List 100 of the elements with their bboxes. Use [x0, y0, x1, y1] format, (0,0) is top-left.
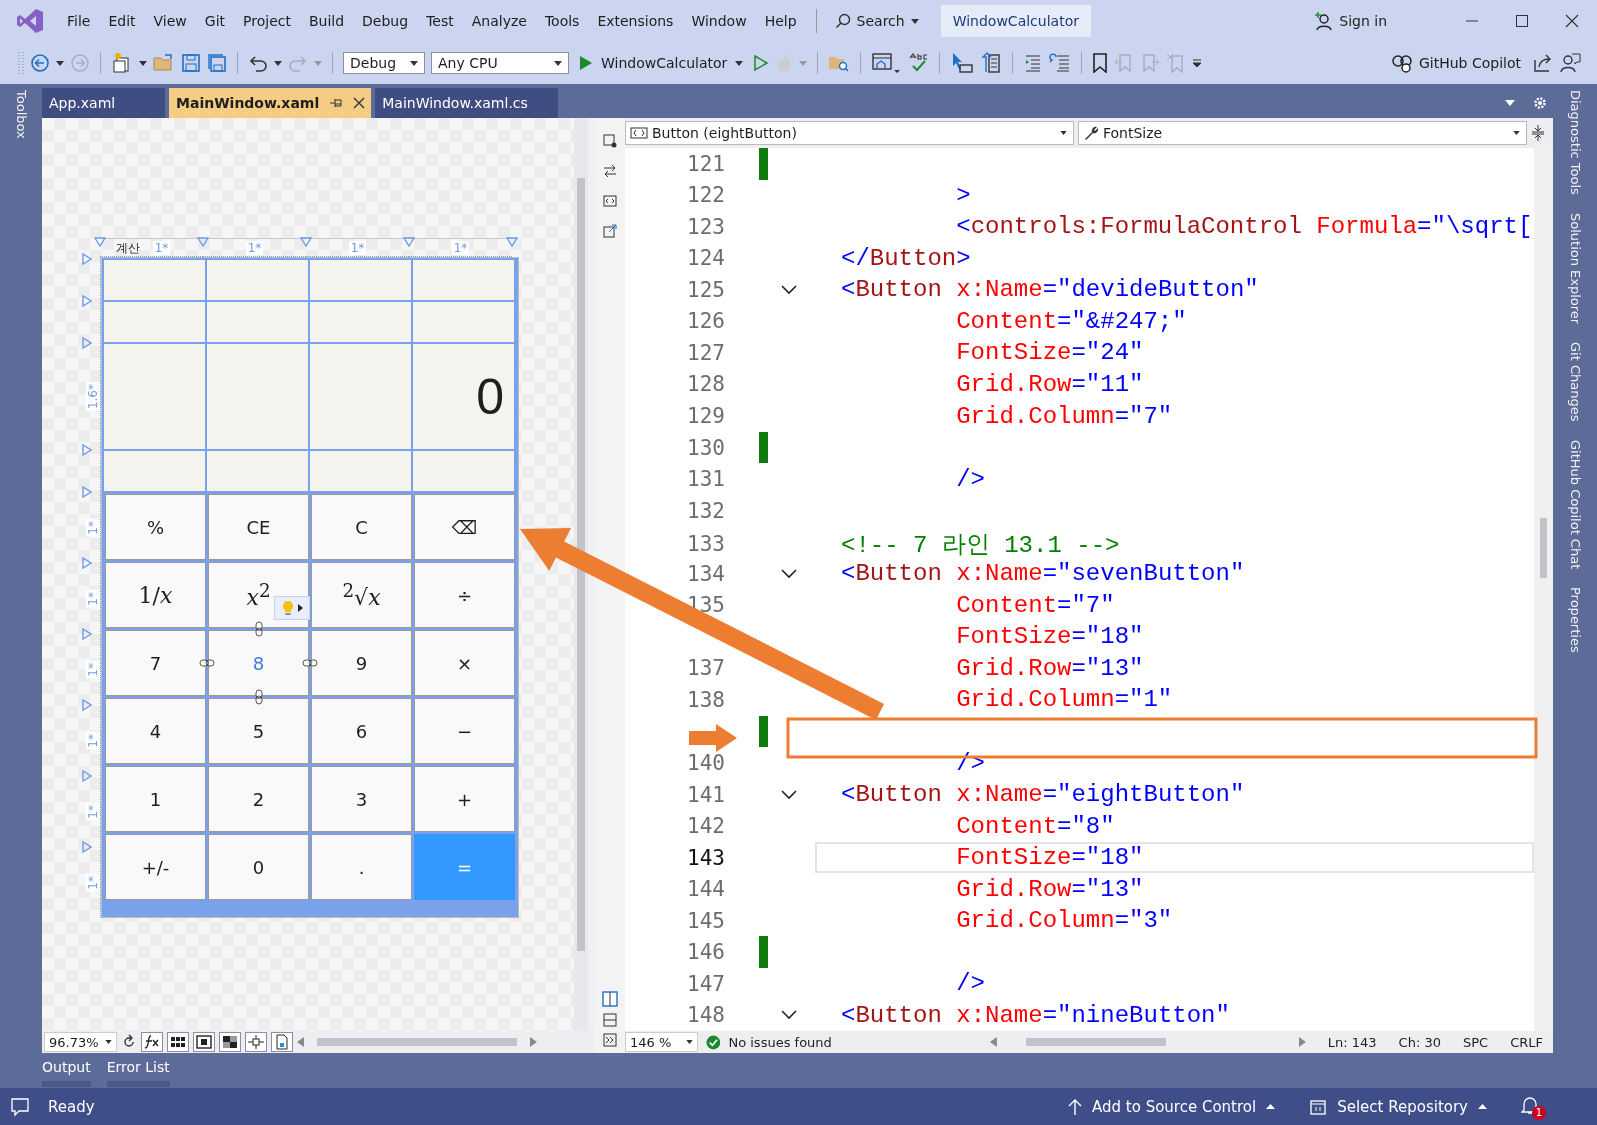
issues-status[interactable]: No issues found	[728, 1034, 832, 1050]
xaml-pane-icon[interactable]	[602, 194, 617, 208]
document-tab[interactable]: MainWindow.xaml	[169, 88, 372, 118]
scroll-left-icon[interactable]	[989, 1037, 998, 1047]
add-to-source-control-button[interactable]: Add to Source Control	[1068, 1097, 1276, 1116]
bookmark-icon[interactable]	[1092, 53, 1109, 73]
snap-grid-icon[interactable]	[192, 1032, 215, 1052]
feedback-icon[interactable]	[1559, 52, 1581, 74]
cursor-icon[interactable]	[950, 52, 975, 74]
checkerboard-icon[interactable]	[218, 1032, 241, 1052]
indent-mode[interactable]: SPC	[1463, 1034, 1489, 1050]
calculator-key[interactable]: CE	[208, 494, 309, 560]
calculator-key[interactable]: 0	[208, 834, 309, 900]
menu-item[interactable]: Edit	[99, 9, 145, 33]
settings-icon[interactable]	[1533, 96, 1547, 110]
horizontal-scrollbar[interactable]	[316, 1038, 517, 1046]
document-tab[interactable]: App.xaml	[42, 88, 165, 118]
scroll-right-icon[interactable]	[528, 1037, 537, 1047]
side-panel-tab[interactable]: Diagnostic Tools	[1567, 90, 1583, 195]
open-folder-icon[interactable]	[153, 53, 175, 73]
menu-item[interactable]: Help	[755, 9, 806, 33]
close-icon[interactable]	[1565, 14, 1579, 28]
calculator-key[interactable]: 9	[311, 630, 412, 696]
column-indicator[interactable]: Ch: 30	[1398, 1034, 1441, 1050]
row-marker-icon[interactable]	[82, 253, 92, 265]
chat-bubble-icon[interactable]	[10, 1096, 30, 1117]
save-all-icon[interactable]	[207, 53, 227, 73]
row-marker-icon[interactable]	[82, 337, 92, 349]
swap-panes-icon[interactable]	[602, 164, 617, 178]
menu-item[interactable]: Git	[195, 9, 235, 33]
property-dropdown[interactable]: FontSize	[1078, 121, 1527, 145]
collapse-pane-icon[interactable]	[602, 1033, 617, 1047]
calculator-key[interactable]: 8	[208, 630, 309, 696]
calculator-key[interactable]: +/-	[105, 834, 206, 900]
collapse-chevron-icon[interactable]	[781, 284, 797, 295]
row-marker-icon[interactable]	[82, 770, 92, 782]
snap-point-icon[interactable]	[244, 1032, 267, 1052]
scroll-right-icon[interactable]	[1297, 1037, 1306, 1047]
grid-icon[interactable]	[166, 1032, 189, 1052]
row-marker-icon[interactable]	[82, 295, 92, 307]
select-repository-button[interactable]: Select Repository	[1309, 1097, 1487, 1116]
share-icon[interactable]	[1533, 53, 1553, 73]
calculator-key[interactable]: 5	[208, 698, 309, 764]
calculator-key[interactable]: ÷	[414, 562, 515, 628]
row-marker-icon[interactable]	[82, 628, 92, 640]
calculator-key[interactable]: 4	[105, 698, 206, 764]
menu-item[interactable]: Build	[299, 9, 354, 33]
calculator-key[interactable]: %	[105, 494, 206, 560]
play-outline-icon[interactable]	[753, 54, 770, 72]
document-tab[interactable]: MainWindow.xaml.cs	[375, 88, 559, 118]
menu-item[interactable]: Debug	[353, 9, 418, 33]
menu-item[interactable]: File	[58, 9, 100, 33]
notifications-button[interactable]: 1	[1521, 1092, 1547, 1121]
popout-icon[interactable]	[602, 224, 617, 238]
device-icon[interactable]	[270, 1032, 293, 1052]
caret-icon[interactable]	[274, 60, 282, 66]
menu-item[interactable]: Extensions	[588, 9, 683, 33]
menu-item[interactable]: View	[144, 9, 196, 33]
configuration-dropdown[interactable]: Debug	[343, 52, 425, 74]
start-button[interactable]: WindowCalculator	[575, 55, 748, 71]
calculator-key[interactable]: −	[414, 698, 515, 764]
tab-list-caret-icon[interactable]	[1505, 100, 1515, 106]
column-marker-icon[interactable]	[300, 237, 312, 247]
maximize-icon[interactable]	[1515, 14, 1529, 28]
row-marker-icon[interactable]	[82, 699, 92, 711]
menu-item[interactable]: Project	[234, 9, 300, 33]
calculator-key[interactable]: C	[311, 494, 412, 560]
calculator-key[interactable]: $^{2}$√x	[311, 562, 412, 628]
menu-item[interactable]: Tools	[535, 9, 589, 33]
column-marker-icon[interactable]	[506, 237, 518, 247]
check-circle-icon[interactable]	[705, 1034, 721, 1050]
link-icon[interactable]	[199, 658, 215, 668]
sign-in-button[interactable]: Sign in	[1313, 11, 1387, 31]
side-panel-tab[interactable]: Properties	[1567, 586, 1583, 653]
calculator-key[interactable]: 3	[311, 766, 412, 832]
calculator-key[interactable]: ⌫	[414, 494, 515, 560]
calculator-key[interactable]: 7	[105, 630, 206, 696]
save-icon[interactable]	[181, 53, 201, 73]
close-icon[interactable]	[353, 97, 366, 109]
horizontal-split-icon[interactable]	[602, 1013, 617, 1027]
line-indicator[interactable]: Ln: 143	[1327, 1034, 1377, 1050]
column-marker-icon[interactable]	[197, 237, 209, 247]
side-panel-tab[interactable]: GitHub Copilot Chat	[1567, 439, 1583, 569]
quick-actions-menu[interactable]	[274, 596, 310, 620]
scroll-left-icon[interactable]	[296, 1037, 305, 1047]
document-arrow-icon[interactable]	[980, 52, 1003, 74]
caret-icon[interactable]	[139, 60, 147, 66]
platform-dropdown[interactable]: Any CPU	[431, 52, 569, 74]
collapse-chevron-icon[interactable]	[781, 789, 797, 800]
collapse-chevron-icon[interactable]	[781, 568, 797, 579]
formula-fx-icon[interactable]	[140, 1032, 163, 1052]
calculator-key[interactable]: 2	[208, 766, 309, 832]
dock-icon[interactable]	[602, 134, 617, 148]
side-panel-tab[interactable]: Toolbox	[13, 90, 29, 139]
zoom-dropdown[interactable]: 96.73%	[44, 1032, 117, 1052]
calculator-key[interactable]: 6	[311, 698, 412, 764]
column-marker-icon[interactable]	[94, 237, 106, 247]
window-home-icon[interactable]	[871, 52, 902, 74]
overflow-caret-icon[interactable]	[1192, 59, 1203, 67]
side-panel-tab[interactable]: Solution Explorer	[1567, 212, 1583, 325]
